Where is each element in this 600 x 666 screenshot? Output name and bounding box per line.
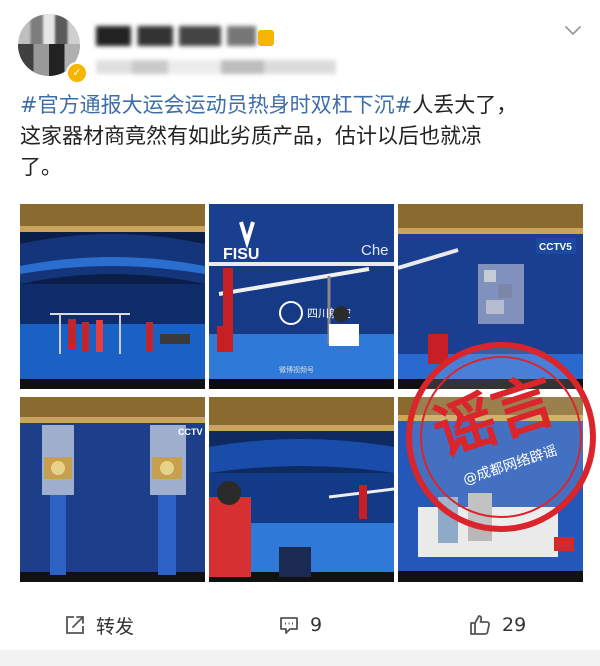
post-text-part-1: 人丢大了，: [412, 93, 518, 117]
svg-text:微博视频号: 微博视频号: [279, 365, 314, 374]
post-text: #官方通报大运会运动员热身时双杠下沉#人丢大了， 这家器材商竟然有如此劣质产品，…: [20, 90, 580, 183]
rumor-stamp-icon: 谣言 @成都网络辟谣: [406, 342, 596, 532]
repost-button[interactable]: 转发: [64, 600, 134, 650]
bar-closeup-photo: CCTV: [20, 397, 205, 582]
svg-text:Che: Che: [361, 242, 389, 259]
parallel-bars-photo: FISU Che 四川航空 微博视频号: [209, 204, 394, 389]
post-image-2[interactable]: FISU Che 四川航空 微博视频号: [209, 204, 394, 389]
weibo-post-card: ✓ #官方通报大运会运动员热身时双杠下沉#人丢大了， 这家器材商竟然有如此劣质产…: [0, 0, 600, 666]
post-text-part-2: 这家器材商竟然有如此劣质产品，估计以后也就凉: [20, 124, 482, 148]
topic-hashtag-link[interactable]: #官方通报大运会运动员热身时双杠下沉#: [20, 93, 412, 117]
member-badge-icon: [258, 30, 274, 46]
comment-icon: [280, 617, 298, 634]
svg-text:CCTV: CCTV: [178, 427, 203, 437]
post-image-1[interactable]: [20, 204, 205, 389]
repost-label: 转发: [96, 615, 135, 638]
author-name-redacted[interactable]: [96, 26, 256, 46]
chevron-down-icon[interactable]: [563, 20, 583, 40]
comment-count: 9: [310, 614, 323, 636]
post-meta-redacted: [96, 60, 336, 74]
like-count: 29: [502, 614, 527, 636]
post-text-part-3: 了。: [20, 155, 62, 179]
arena-photo: [20, 204, 205, 389]
like-button[interactable]: 29: [468, 600, 526, 650]
wide-arena-photo: [209, 397, 394, 582]
fisu-logo-text: FISU: [223, 246, 259, 263]
verified-badge-icon: ✓: [66, 62, 88, 84]
comment-button[interactable]: 9: [278, 600, 322, 650]
svg-text:CCTV5: CCTV5: [539, 242, 572, 253]
bottom-divider: [0, 650, 600, 666]
post-action-bar: 转发 9 29: [0, 600, 600, 650]
post-image-4[interactable]: CCTV: [20, 397, 205, 582]
thumbs-up-icon: [470, 615, 490, 635]
repost-icon: [66, 616, 84, 634]
post-image-5[interactable]: [209, 397, 394, 582]
